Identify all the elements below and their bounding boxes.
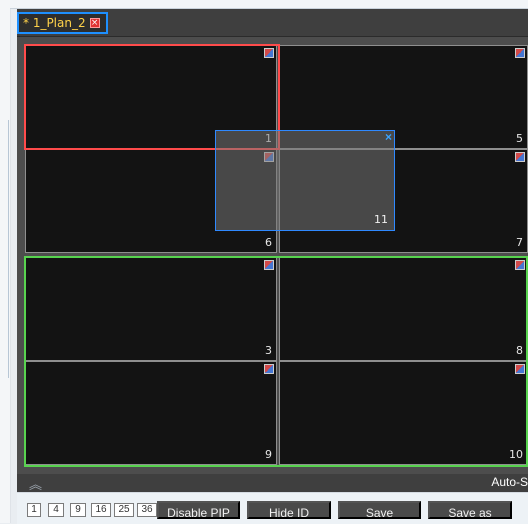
save-as-button[interactable]: Save as xyxy=(428,501,512,520)
video-cell[interactable]: 3 xyxy=(25,257,277,361)
cell-number: 3 xyxy=(265,344,272,357)
tab-title: * 1_Plan_2 xyxy=(23,16,86,30)
cell-number: 8 xyxy=(516,344,523,357)
auto-bar: ︽ Auto-S xyxy=(17,474,528,492)
video-cell[interactable]: 9 xyxy=(25,361,277,465)
close-icon[interactable]: × xyxy=(89,18,100,28)
tab-plan[interactable]: * 1_Plan_2 × xyxy=(17,12,108,34)
video-grid: 1 5 6 7 3 8 9 10 × 11 xyxy=(17,37,528,474)
camera-icon xyxy=(515,260,525,270)
top-strip xyxy=(10,0,528,9)
layout-4-button[interactable]: 4 xyxy=(48,503,64,517)
pip-number: 11 xyxy=(374,213,388,226)
left-divider xyxy=(8,120,9,378)
close-icon[interactable]: × xyxy=(385,130,392,144)
layout-36-button[interactable]: 36 xyxy=(137,503,157,517)
layout-25-button[interactable]: 25 xyxy=(114,503,134,517)
cell-number: 7 xyxy=(516,236,523,249)
layout-16-button[interactable]: 16 xyxy=(91,503,111,517)
camera-icon xyxy=(515,364,525,374)
cell-number: 5 xyxy=(516,132,523,145)
pip-window[interactable]: × 11 xyxy=(215,130,395,231)
camera-icon xyxy=(515,152,525,162)
left-panel-edge xyxy=(0,0,11,523)
video-cell[interactable]: 8 xyxy=(279,257,528,361)
camera-icon xyxy=(264,48,274,58)
cell-number: 9 xyxy=(265,448,272,461)
disable-pip-button[interactable]: Disable PIP xyxy=(157,501,240,520)
camera-icon xyxy=(515,48,525,58)
bottom-toolbar: 1 4 9 16 25 36 Disable PIP Hide ID Save … xyxy=(17,492,528,524)
chevron-up-icon[interactable]: ︽ xyxy=(29,474,42,493)
cell-number: 10 xyxy=(509,448,523,461)
tab-bar: * 1_Plan_2 × xyxy=(17,9,528,37)
cell-number: 6 xyxy=(265,236,272,249)
save-button[interactable]: Save xyxy=(338,501,421,520)
camera-icon xyxy=(264,364,274,374)
hide-id-button[interactable]: Hide ID xyxy=(247,501,331,520)
layout-1-button[interactable]: 1 xyxy=(27,503,41,517)
auto-switch-label[interactable]: Auto-S xyxy=(491,475,528,489)
video-cell[interactable]: 10 xyxy=(279,361,528,465)
layout-9-button[interactable]: 9 xyxy=(70,503,86,517)
camera-icon xyxy=(264,260,274,270)
